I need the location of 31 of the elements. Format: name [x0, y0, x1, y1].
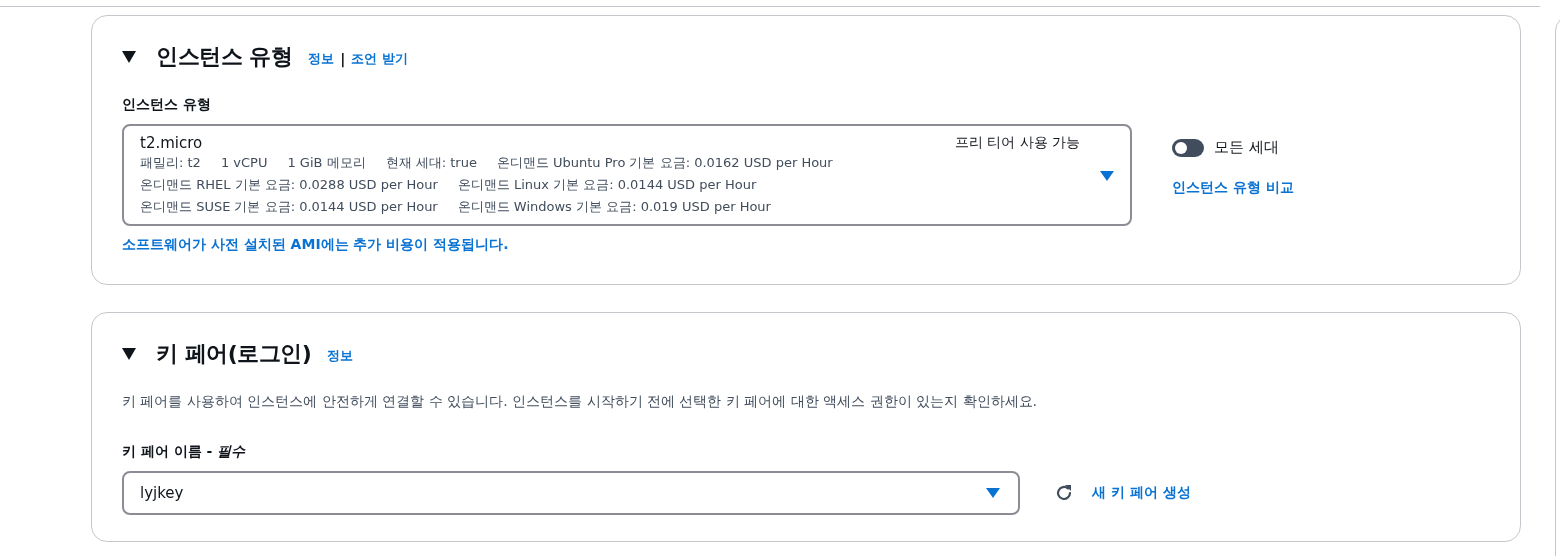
section-title: 인스턴스 유형: [156, 43, 293, 71]
instance-detail: 온디맨드 SUSE 기본 요금: 0.0144 USD per Hour: [140, 198, 438, 216]
link-separator: |: [340, 51, 346, 67]
field-label: 인스턴스 유형: [122, 96, 212, 114]
key-pair-select[interactable]: lyjkey: [122, 471, 1020, 515]
field-label: 키 페어 이름 - 필수: [122, 443, 247, 461]
compare-link[interactable]: 인스턴스 유형 비교: [1172, 179, 1294, 197]
info-link[interactable]: 정보: [327, 347, 354, 365]
section-title: 키 페어(로그인): [156, 340, 312, 368]
instance-detail: 온디맨드 Windows 기본 요금: 0.019 USD per Hour: [457, 198, 771, 216]
section-description: 키 페어를 사용하여 인스턴스에 안전하게 연결할 수 있습니다. 인스턴스를 시작하기 전에 선택한 키 페어에 대한 액세스 권한이 있는지 확인하세요.: [122, 393, 1038, 411]
dropdown-caret-icon: [1100, 171, 1114, 181]
instance-detail: 현재 세대: true: [385, 154, 477, 172]
instance-detail: 온디맨드 RHEL 기본 요금: 0.0288 USD per Hour: [140, 176, 438, 194]
instance-detail: 패밀리: t2: [140, 154, 201, 172]
create-key-pair-link[interactable]: 새 키 페어 생성: [1092, 484, 1191, 502]
collapse-triangle-icon[interactable]: [122, 51, 136, 63]
collapse-triangle-icon[interactable]: [122, 348, 136, 360]
info-link[interactable]: 정보: [308, 50, 335, 68]
dropdown-caret-icon: [986, 488, 1000, 498]
instance-type-select[interactable]: t2.micro 프리 티어 사용 가능 패밀리: t2 1 vCPU 1 GiB 메모리 현재 세대: true 온디맨드 Ubuntu Pro 기본 요금: 0.0162 USD per Hour 온디맨드 RHEL 기본 요금: 0.0288 USD per Hour 온디맨드 Linux 기본 요금: 0.0144 USD per Hour 온디맨드 SUSE 기본 요금: 0.0144 USD per Hour 온디맨드 Windows 기본 요금: 0.019 USD per Hour: [122, 124, 1132, 226]
toggle-switch[interactable]: [1172, 138, 1204, 157]
ami-cost-link[interactable]: 소프트웨어가 사전 설치된 AMI에는 추가 비용이 적용됩니다.: [122, 236, 1494, 254]
info-link[interactable]: 조언 받기: [351, 50, 408, 68]
toggle-label: 모든 세대: [1214, 138, 1279, 157]
refresh-icon[interactable]: [1054, 483, 1074, 503]
instance-detail: 1 GiB 메모리: [287, 154, 366, 172]
instance-detail: 온디맨드 Ubuntu Pro 기본 요금: 0.0162 USD per Hour: [496, 154, 833, 172]
free-tier-label: 프리 티어 사용 가능: [954, 134, 1080, 152]
instance-detail: 온디맨드 Linux 기본 요금: 0.0144 USD per Hour: [457, 176, 757, 194]
instance-detail: 1 vCPU: [220, 154, 268, 172]
